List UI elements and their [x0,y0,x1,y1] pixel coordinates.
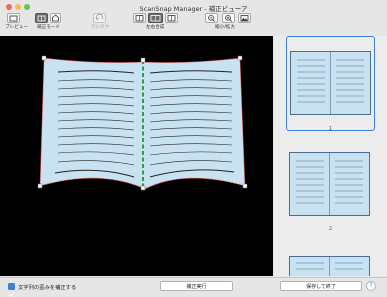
text-distortion-checkbox[interactable] [8,283,15,297]
undo-button[interactable] [93,13,106,23]
thumbnail-number: 2 [328,226,333,232]
image-icon [240,15,249,22]
preview-button[interactable] [7,13,20,23]
double-page-button[interactable] [148,13,163,23]
left-page-icon [135,15,144,22]
correction-mode-label: 補正モード [37,25,60,30]
checkmark-icon [8,292,15,297]
page-mode-button[interactable] [50,13,61,23]
correction-canvas[interactable] [0,36,273,276]
thumbnail-lines-icon [296,153,363,215]
double-page-icon [150,15,161,22]
thumbnail-1[interactable]: 1 [286,36,375,132]
thumbnail-page-image [290,51,371,115]
zoom-out-icon [208,14,215,22]
thumbnail-2[interactable]: 2 [286,144,375,239]
title-bar: ScanSnap Manager - 補正ビューア [0,0,387,13]
thumbnail-3-partial[interactable] [289,256,370,276]
zoom-label: 縮小/拡大 [215,25,235,30]
thumbnail-panel[interactable]: 1 2 [274,36,387,276]
help-icon[interactable]: ? [366,281,376,291]
zoom-in-button[interactable] [222,13,235,23]
correction-mode-button[interactable] [35,13,48,23]
apply-correction-button[interactable]: 補正実行 [160,281,233,291]
toolbar: プレビュー 補正モード 元に戻す 左右合成 縮小/拡大 [0,10,387,34]
page-compose-label: 左右合成 [146,25,165,30]
scansnap-window: ScanSnap Manager - 補正ビューア プレビュー 補正モード 元に… [0,0,387,297]
preview-icon [9,15,18,22]
thumbnail-page-image [289,152,370,216]
right-page-button[interactable] [165,13,178,23]
preview-label: プレビュー [5,25,28,30]
left-page-button[interactable] [133,13,146,23]
thumbnail-lines-icon [296,257,363,276]
save-and-exit-button[interactable]: 保存して終了 [280,281,362,291]
undo-label: 元に戻す [91,25,110,30]
book-spread-image [37,55,248,191]
checkbox-label: 文字列の歪みを補正する [18,285,77,291]
thumbnail-lines-icon [297,52,364,114]
fit-image-button[interactable] [238,13,251,23]
undo-icon [95,14,103,21]
zoom-out-button[interactable] [205,13,218,23]
right-page-icon [167,15,176,22]
correction-mode-icon [37,15,46,22]
zoom-in-icon [225,14,232,22]
thumbnail-number: 1 [328,126,333,132]
bottom-bar: 文字列の歪みを補正する 補正実行 保存して終了 ? [0,277,387,297]
house-icon [52,14,59,22]
